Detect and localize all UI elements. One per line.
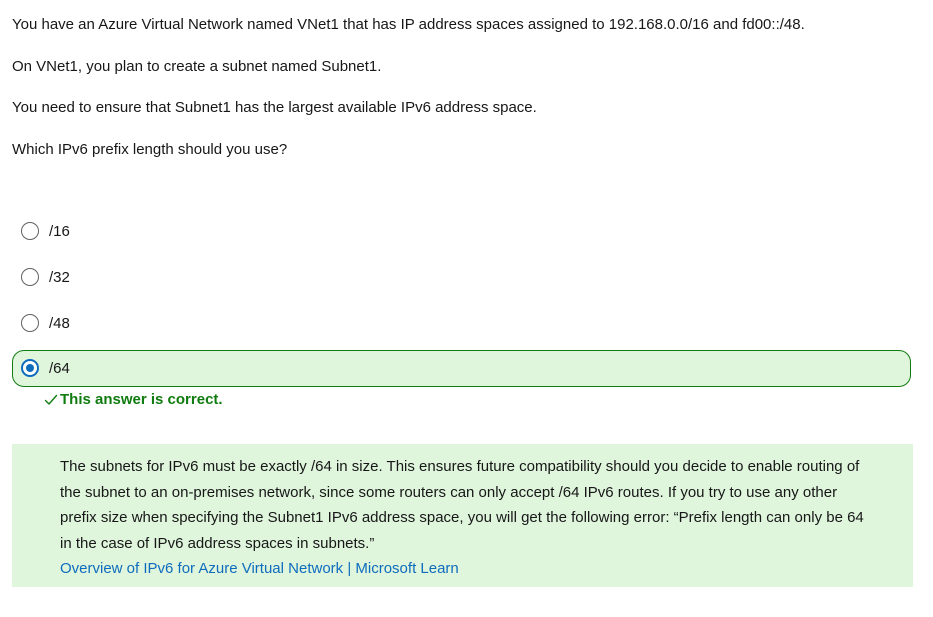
question-line-4: Which IPv6 prefix length should you use? [12,141,288,158]
answer-option-label: /64 [49,360,70,377]
explanation-text: The subnets for IPv6 must be exactly /64… [60,458,864,552]
answer-option-32[interactable]: /32 [12,259,911,295]
question-line-2: On VNet1, you plan to create a subnet na… [12,58,382,75]
answer-option-16[interactable]: /16 [12,213,911,249]
radio-button[interactable] [21,314,39,332]
feedback-text: This answer is correct. [60,391,223,408]
checkmark-icon [44,394,58,405]
answer-option-label: /48 [49,315,70,332]
answer-option-label: /16 [49,223,70,240]
explanation-link[interactable]: Overview of IPv6 for Azure Virtual Netwo… [60,556,865,582]
radio-button-checked[interactable] [21,359,39,377]
answer-option-48[interactable]: /48 [12,305,911,341]
explanation-box: The subnets for IPv6 must be exactly /64… [12,444,913,587]
question-line-1: You have an Azure Virtual Network named … [12,16,805,33]
question-line-3: You need to ensure that Subnet1 has the … [12,99,537,116]
radio-button[interactable] [21,222,39,240]
answer-feedback: This answer is correct. [44,390,223,410]
answer-option-64[interactable]: /64 [12,350,911,387]
answer-option-label: /32 [49,269,70,286]
radio-button[interactable] [21,268,39,286]
